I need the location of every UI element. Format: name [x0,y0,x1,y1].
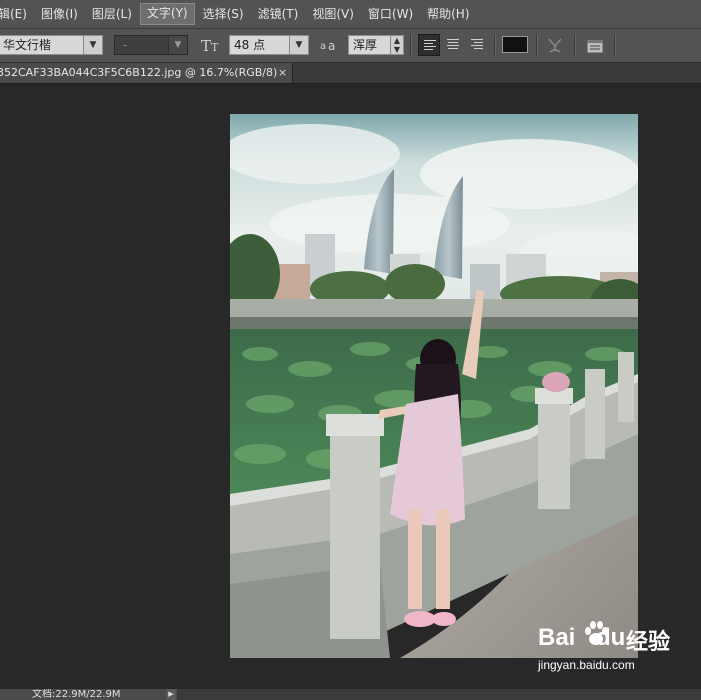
font-style-select[interactable]: - ▼ [114,35,188,55]
divider [494,34,496,56]
menu-bar: 辑(E) 图像(I) 图层(L) 文字(Y) 选择(S) 滤镜(T) 视图(V)… [0,0,701,29]
divider [614,34,616,56]
antialias-icon: a a [318,36,340,54]
document-tab[interactable]: 352CAF33BA044C3F5C6B122.jpg @ 16.7%(RGB/… [0,63,293,83]
document-image [230,114,638,658]
watermark-brand-right: du [596,624,626,651]
horizontal-scrollbar[interactable] [177,689,701,700]
watermark-brand-cn: 经验 [626,630,671,655]
menu-help[interactable]: 帮助(H) [421,4,475,24]
font-family-select[interactable]: 华文行楷 ▼ [0,35,103,55]
font-family-value: 华文行楷 [3,38,52,52]
type-options-bar: 华文行楷 ▼ - ▼ T T 48 点 ▼ a a 浑厚 ▲ ▼ [0,29,701,63]
font-size-icon: T T [200,35,222,55]
font-style-value: - [123,38,128,52]
chevron-down-icon[interactable]: ▼ [289,36,308,54]
menu-view[interactable]: 视图(V) [306,4,360,24]
close-icon[interactable]: × [278,63,287,83]
chevron-down-icon[interactable]: ▼ [83,36,102,54]
canvas-area[interactable] [0,84,701,689]
divider [574,34,576,56]
align-center-button[interactable] [442,34,464,56]
divider [410,34,412,56]
baidu-watermark: Bai du 经验 jingyan.baidu.com [538,620,688,680]
menu-image[interactable]: 图像(I) [35,4,84,24]
menu-type[interactable]: 文字(Y) [139,3,195,25]
warp-text-icon[interactable] [544,35,566,57]
svg-text:a: a [328,39,335,53]
svg-text:T: T [201,37,211,55]
watermark-brand-left: Bai [538,624,576,651]
svg-text:T: T [211,41,219,54]
document-size-info: 文档:22.9M/22.9M [32,689,121,700]
font-size-input[interactable]: 48 点 ▼ [229,35,309,55]
align-left-button[interactable] [418,34,440,56]
menu-filter[interactable]: 滤镜(T) [252,4,305,24]
character-panel-icon[interactable] [584,35,606,57]
menu-layer[interactable]: 图层(L) [86,4,138,24]
chevron-down-icon[interactable]: ▼ [168,36,187,54]
watermark-url: jingyan.baidu.com [538,658,635,672]
stepper-icon[interactable]: ▲ ▼ [390,36,403,54]
divider [536,34,538,56]
status-menu-arrow-icon[interactable]: ▶ [166,689,176,700]
status-bar: 文档:22.9M/22.9M ▶ [0,689,701,700]
menu-select[interactable]: 选择(S) [197,4,250,24]
menu-window[interactable]: 窗口(W) [362,4,419,24]
text-color-swatch[interactable] [502,36,528,53]
document-tab-title: 352CAF33BA044C3F5C6B122.jpg @ 16.7%(RGB/… [0,66,278,79]
align-right-button[interactable] [466,34,488,56]
document-tab-bar: 352CAF33BA044C3F5C6B122.jpg @ 16.7%(RGB/… [0,63,701,84]
menu-edit[interactable]: 辑(E) [0,4,33,24]
antialias-value: 浑厚 [353,38,378,52]
antialias-select[interactable]: 浑厚 ▲ ▼ [348,35,404,55]
svg-text:a: a [320,41,326,52]
font-size-value: 48 点 [234,38,266,52]
